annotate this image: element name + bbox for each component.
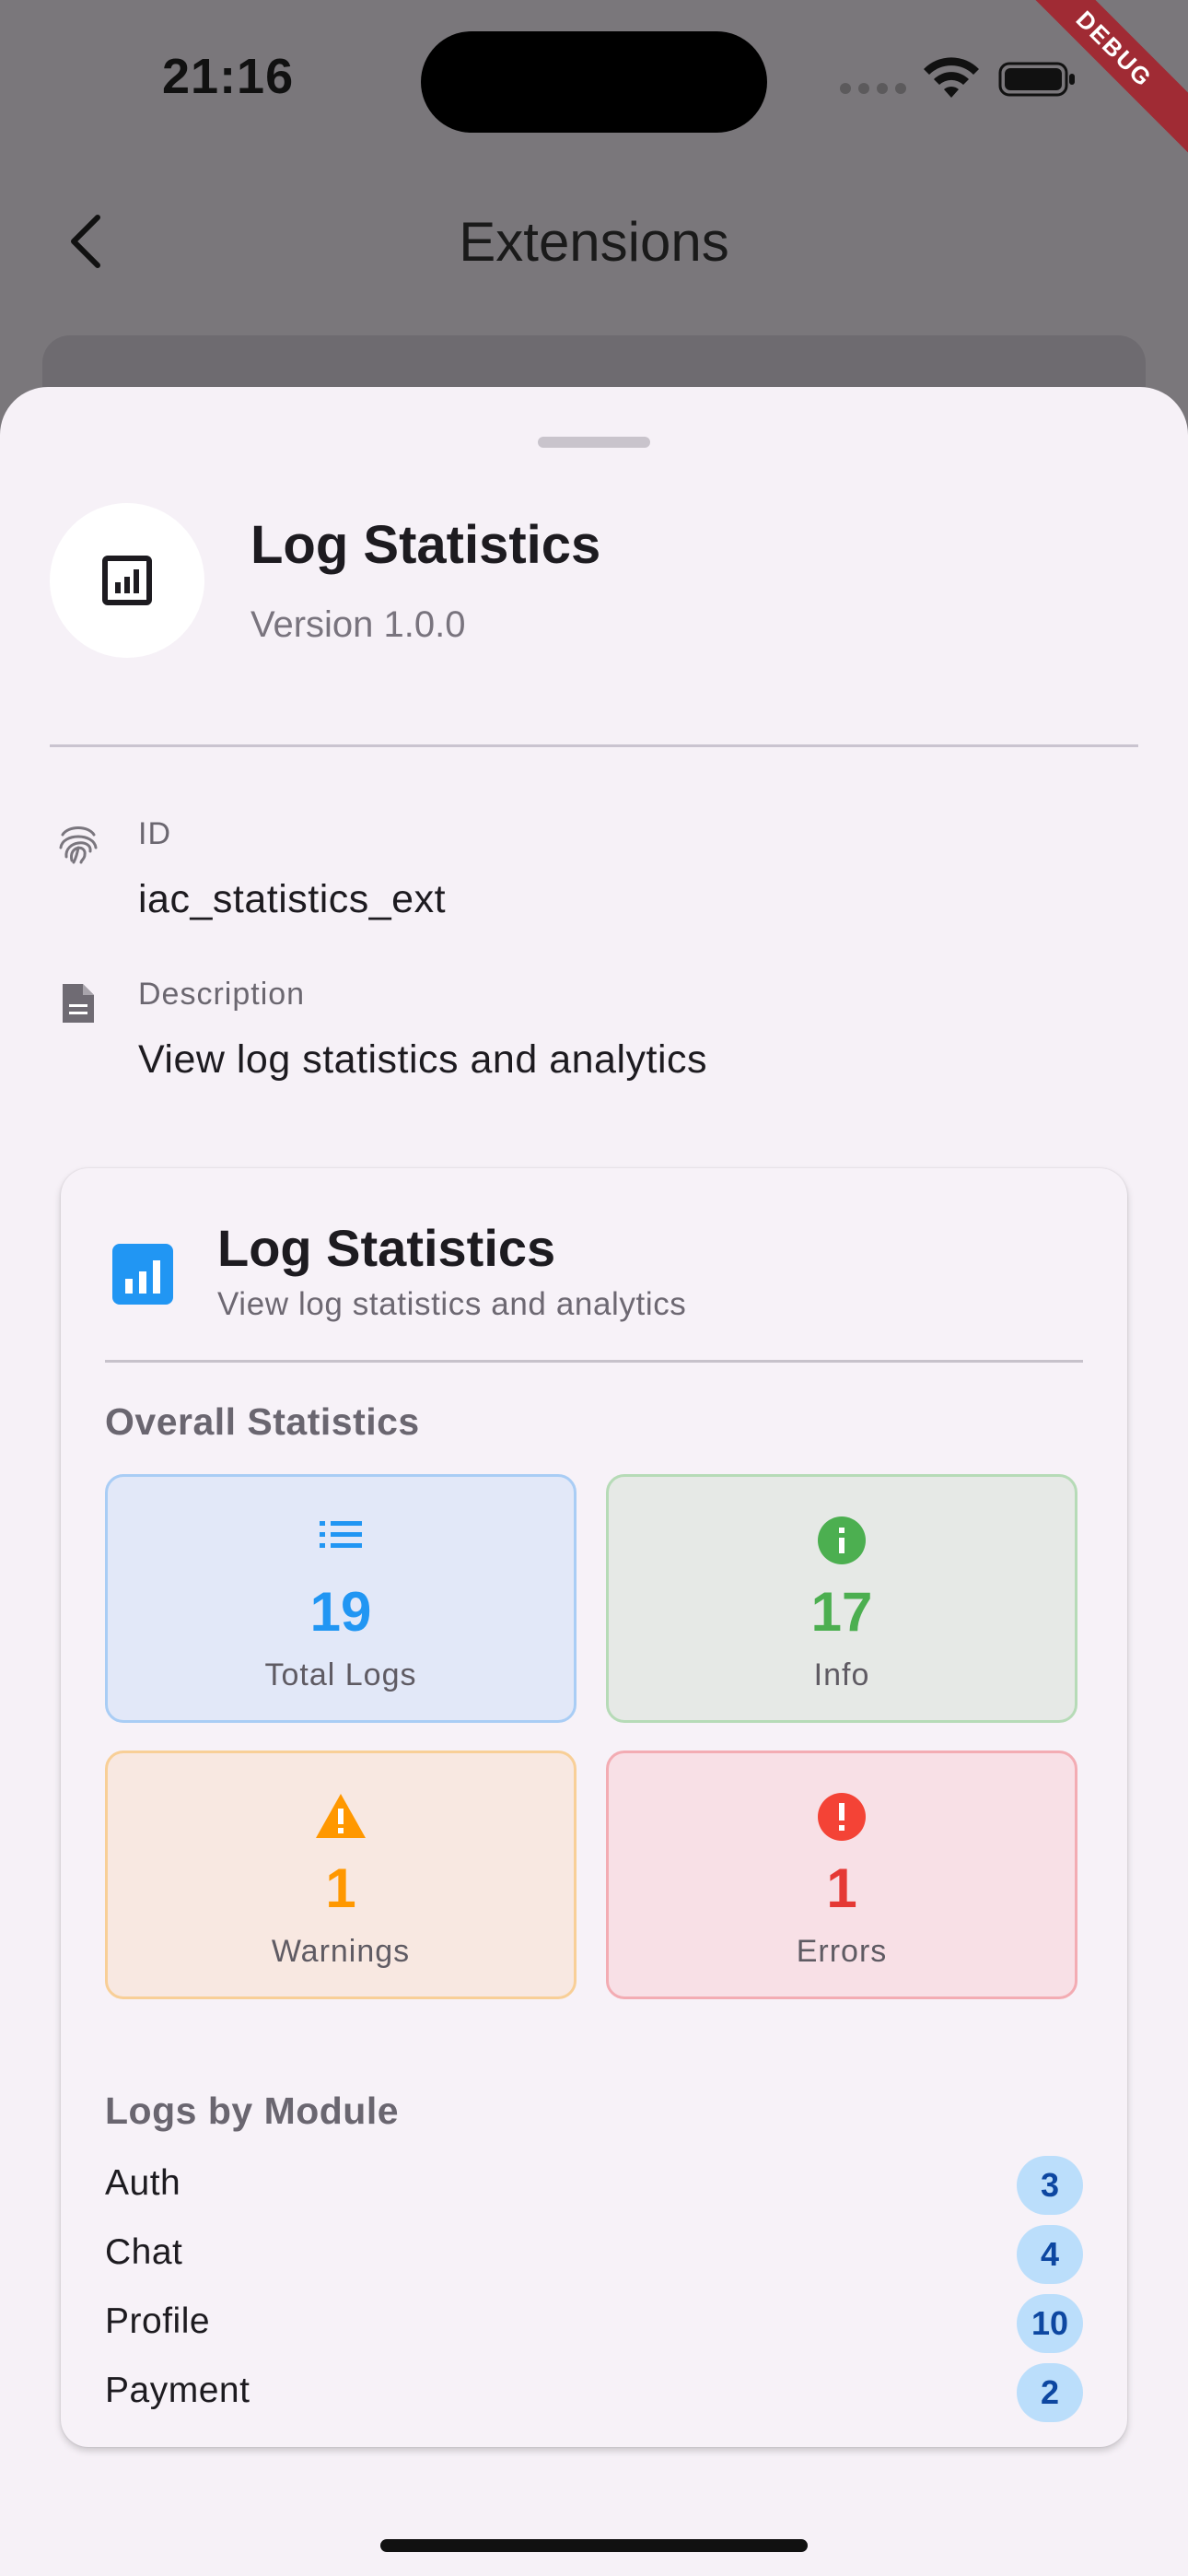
dynamic-island <box>421 31 767 133</box>
divider <box>50 744 1138 747</box>
log-statistics-card: Log Statistics View log statistics and a… <box>61 1168 1127 2447</box>
sheet-drag-handle[interactable] <box>538 437 650 448</box>
extension-name: Log Statistics <box>250 515 601 575</box>
errors-value: 1 <box>826 1857 857 1919</box>
description-label: Description <box>138 977 306 1012</box>
wifi-icon <box>924 57 979 98</box>
warning-icon <box>316 1794 366 1838</box>
info-icon <box>818 1516 866 1564</box>
info-value: 17 <box>810 1581 873 1643</box>
module-name: Auth <box>105 2163 181 2203</box>
status-time: 21:16 <box>162 49 295 104</box>
cellular-signal-icon <box>840 83 906 94</box>
divider <box>105 1360 1083 1363</box>
logs-by-module-heading: Logs by Module <box>105 2090 400 2132</box>
description-value: View log statistics and analytics <box>138 1037 707 1082</box>
errors-label: Errors <box>796 1934 888 1969</box>
total-logs-value: 19 <box>309 1581 372 1643</box>
total-logs-label: Total Logs <box>264 1657 417 1692</box>
extension-avatar <box>50 503 204 658</box>
module-name: Payment <box>105 2371 250 2410</box>
fingerprint-icon <box>59 826 98 864</box>
warnings-label: Warnings <box>271 1934 411 1969</box>
module-count-badge: 3 <box>1017 2156 1083 2215</box>
info-label: Info <box>813 1657 870 1692</box>
warnings-value: 1 <box>325 1857 356 1919</box>
home-indicator[interactable] <box>380 2539 808 2552</box>
module-count-badge: 2 <box>1017 2363 1083 2422</box>
module-name: Profile <box>105 2301 211 2341</box>
module-name: Chat <box>105 2232 183 2272</box>
bar-chart-icon <box>102 556 152 605</box>
description-row: Description View log statistics and anal… <box>50 977 1138 1096</box>
battery-icon <box>998 62 1075 97</box>
app-bar: Extensions <box>0 184 1188 304</box>
document-icon <box>63 984 94 1023</box>
extension-version: Version 1.0.0 <box>250 604 466 645</box>
stat-tile-info: 17 Info <box>606 1474 1077 1723</box>
card-subtitle: View log statistics and analytics <box>217 1286 687 1322</box>
stat-tile-warnings: 1 Warnings <box>105 1751 577 1999</box>
id-label: ID <box>138 816 171 851</box>
overall-statistics-heading: Overall Statistics <box>105 1400 420 1443</box>
module-row: Auth 3 <box>105 2154 1083 2217</box>
module-count-badge: 4 <box>1017 2225 1083 2284</box>
list-icon <box>320 1521 362 1548</box>
id-row: ID iac_statistics_ext <box>50 816 1138 936</box>
page-title: Extensions <box>459 211 729 273</box>
card-title: Log Statistics <box>217 1219 556 1277</box>
stat-tile-total-logs: 19 Total Logs <box>105 1474 577 1723</box>
status-bar: 21:16 DEBUG <box>0 0 1188 166</box>
error-icon <box>818 1793 866 1841</box>
stat-tile-errors: 1 Errors <box>606 1751 1077 1999</box>
bar-chart-icon <box>112 1244 173 1305</box>
extension-details-sheet: Log Statistics Version 1.0.0 ID iac_stat… <box>0 387 1188 2576</box>
module-count-badge: 10 <box>1017 2294 1083 2353</box>
module-row: Profile 10 <box>105 2292 1083 2355</box>
module-row: Chat 4 <box>105 2223 1083 2286</box>
id-value: iac_statistics_ext <box>138 877 447 921</box>
module-row: Payment 2 <box>105 2361 1083 2424</box>
